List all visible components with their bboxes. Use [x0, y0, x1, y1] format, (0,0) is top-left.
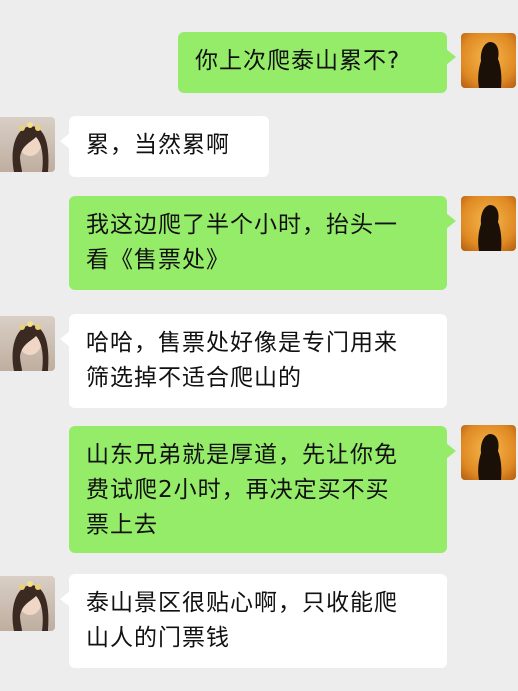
message-text: 哈哈，售票处好像是专门用来 筛选掉不适合爬山的	[86, 330, 398, 391]
avatar-self[interactable]	[461, 196, 516, 251]
avatar-self[interactable]	[461, 425, 516, 480]
girl-avatar-icon	[0, 576, 55, 631]
girl-avatar-icon	[0, 316, 55, 371]
avatar-friend[interactable]	[0, 576, 55, 631]
message-text: 累，当然累啊	[86, 132, 230, 158]
message-bubble-received[interactable]: 泰山景区很贴心啊，只收能爬 山人的门票钱	[60, 574, 447, 668]
silhouette-avatar-icon	[461, 33, 516, 88]
message-text: 山东兄弟就是厚道，先让你免 费试爬2小时，再决定买不买 票上去	[86, 442, 398, 538]
message-text: 你上次爬泰山累不?	[195, 48, 401, 74]
message-bubble-sent[interactable]: 山东兄弟就是厚道，先让你免 费试爬2小时，再决定买不买 票上去	[69, 426, 456, 553]
girl-avatar-icon	[0, 117, 55, 172]
avatar-friend[interactable]	[0, 316, 55, 371]
avatar-friend[interactable]	[0, 117, 55, 172]
message-text: 泰山景区很贴心啊，只收能爬 山人的门票钱	[86, 590, 398, 651]
message-bubble-received[interactable]: 累，当然累啊	[60, 116, 269, 177]
avatar-self[interactable]	[461, 33, 516, 88]
message-bubble-sent[interactable]: 你上次爬泰山累不?	[178, 32, 456, 93]
message-bubble-sent[interactable]: 我这边爬了半个小时，抬头一 看《售票处》	[69, 196, 456, 290]
message-text: 我这边爬了半个小时，抬头一 看《售票处》	[86, 212, 398, 273]
message-bubble-received[interactable]: 哈哈，售票处好像是专门用来 筛选掉不适合爬山的	[60, 314, 447, 408]
silhouette-avatar-icon	[461, 425, 516, 480]
silhouette-avatar-icon	[461, 196, 516, 251]
